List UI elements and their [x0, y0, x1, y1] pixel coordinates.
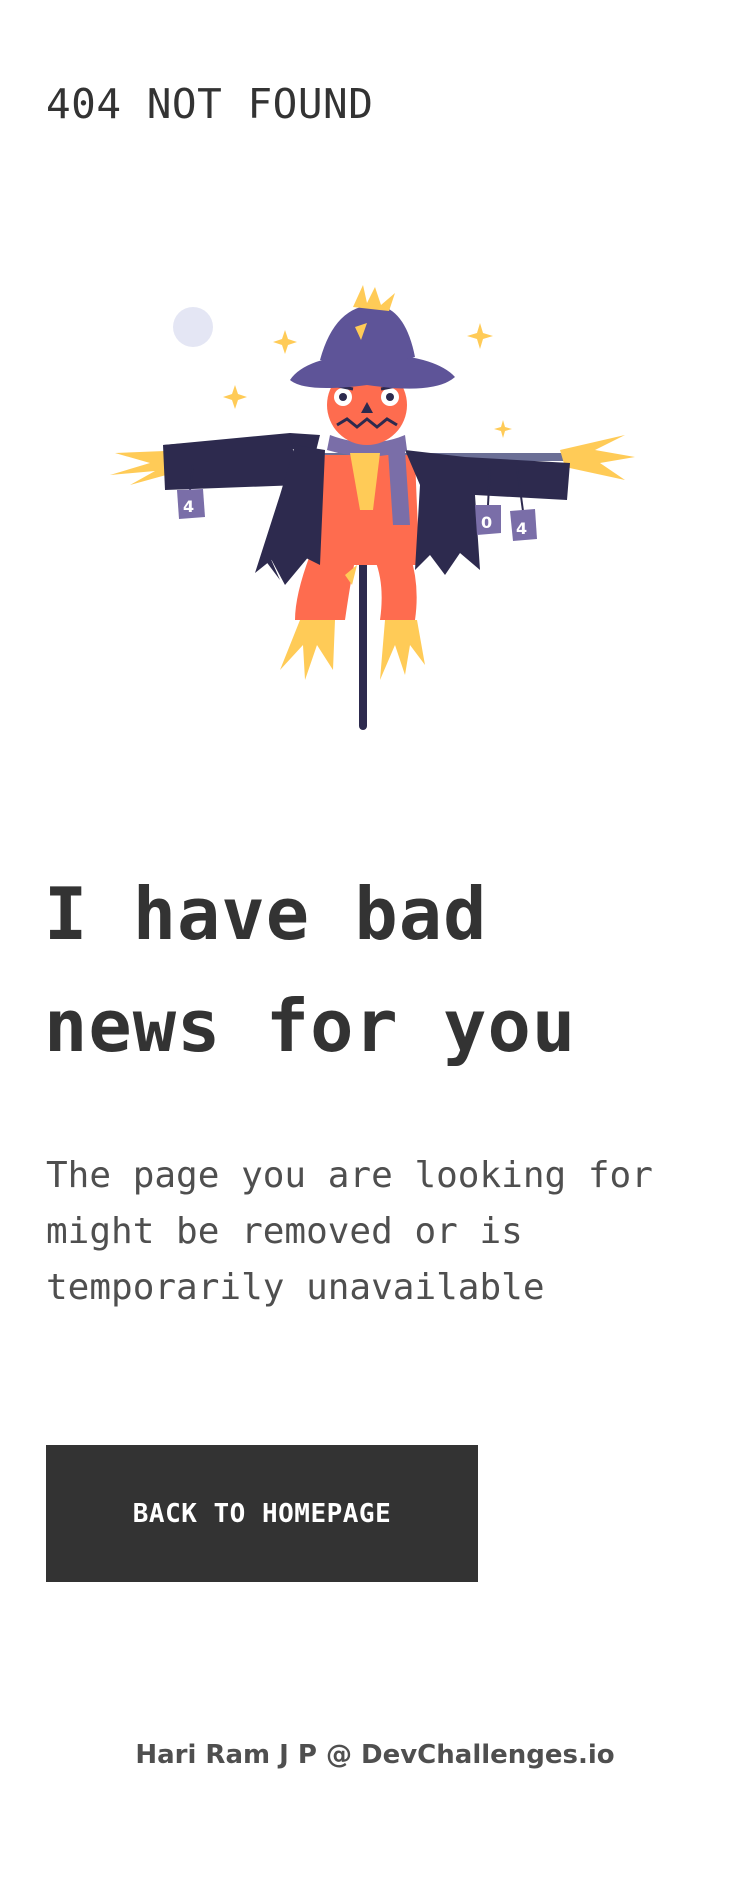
headline-line-1: I have bad: [44, 872, 488, 956]
can-left-label: 4: [183, 497, 194, 516]
can-right-1-label: 0: [481, 513, 492, 532]
hat-straw: [353, 285, 395, 311]
back-to-homepage-button[interactable]: BACK TO HOMEPAGE: [46, 1445, 478, 1582]
headline: I have bad news for you: [44, 858, 724, 1082]
can-right-2-label: 4: [516, 519, 527, 538]
left-pupil: [339, 393, 347, 401]
hat-crown: [320, 305, 415, 363]
footer-credit: Hari Ram J P @ DevChallenges.io: [135, 1740, 615, 1770]
sparkle-star: [494, 420, 512, 438]
left-foot-straw: [280, 620, 335, 680]
sparkle-star: [223, 385, 247, 409]
sparkle-star: [273, 330, 297, 354]
right-foot-straw: [380, 620, 425, 680]
sparkle-star: [467, 323, 493, 349]
right-pupil: [386, 393, 394, 401]
not-found-page: 404 NOT FOUND 4 0 4 I have bad news for …: [0, 0, 750, 1898]
scarecrow-illustration: 4 0 4: [105, 285, 645, 735]
moon-circle: [173, 307, 213, 347]
error-message: The page you are looking for might be re…: [46, 1155, 653, 1308]
headline-line-2: news for you: [44, 984, 577, 1068]
brand-title: 404 NOT FOUND: [46, 80, 374, 128]
right-hand-straw: [560, 435, 635, 480]
